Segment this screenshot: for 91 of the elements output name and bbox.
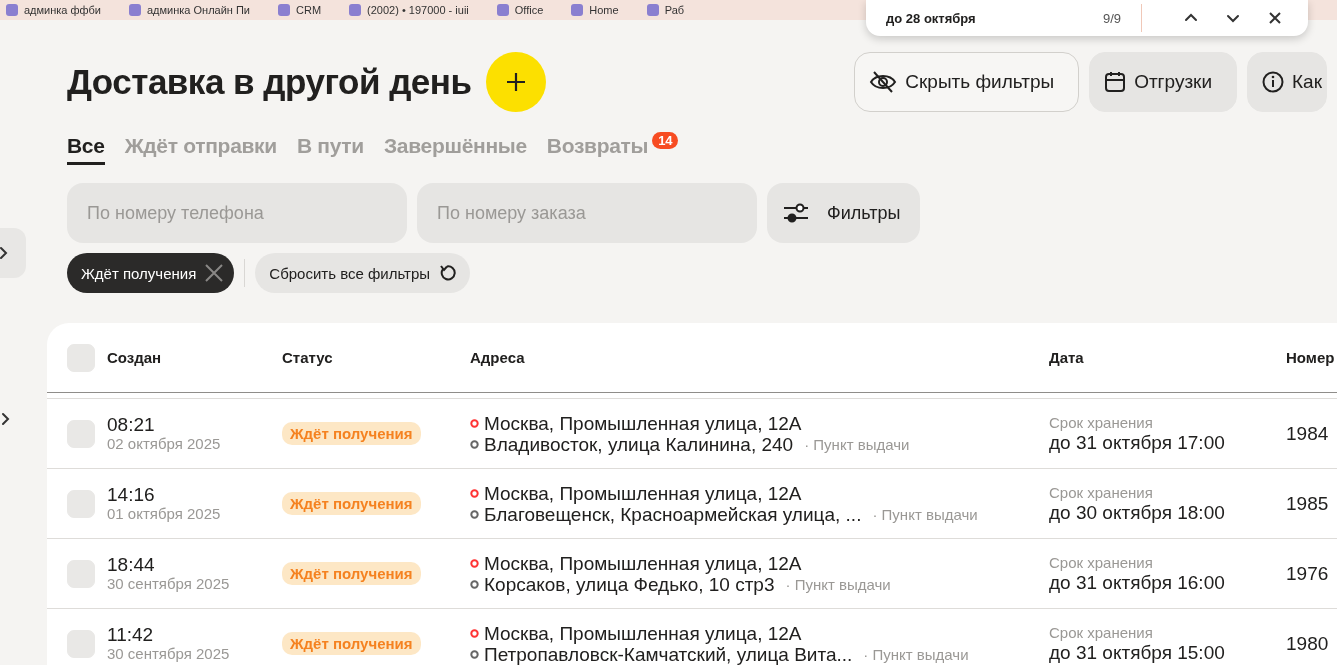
destination-marker-icon <box>470 509 479 519</box>
created-date: 30 сентября 2025 <box>107 645 231 663</box>
bookmark-link[interactable]: (2002) • 197000 - iuii <box>367 4 469 16</box>
bookmark-link[interactable]: админка Онлайн Пи <box>146 4 250 16</box>
bookmark-link[interactable]: админка ффби <box>24 4 101 16</box>
created-date: 01 октября 2025 <box>107 505 222 523</box>
row-checkbox[interactable] <box>67 419 95 448</box>
bookmark-icon <box>496 4 509 16</box>
origin-address: Москва, Промышленная улица, 12А <box>484 552 802 574</box>
bookmark-icon <box>128 4 141 16</box>
created-time: 18:44 <box>107 554 156 575</box>
origin-marker-icon <box>470 418 479 428</box>
page-title: Доставка в другой день <box>67 62 472 102</box>
order-number[interactable]: 1984 <box>1286 422 1337 445</box>
status-badge: Ждёт получения <box>282 492 421 515</box>
bookmark-icon <box>6 4 18 16</box>
order-number[interactable]: 1980 <box>1286 632 1337 655</box>
storage-label: Срок хранения <box>1049 484 1154 502</box>
filters-button[interactable]: Фильтры <box>767 183 921 243</box>
eye-off-icon <box>869 70 898 94</box>
destination-address: Владивосток, улица Калинина, 240 <box>484 433 794 455</box>
storage-label: Срок хранения <box>1049 414 1154 432</box>
calendar-icon <box>1104 71 1127 93</box>
bookmark-link[interactable]: Office <box>514 4 544 16</box>
column-header[interactable]: Адреса <box>470 349 1049 366</box>
bookmark-link[interactable]: CRM <box>296 4 322 16</box>
tab[interactable]: Все <box>67 134 105 165</box>
destination-marker-icon <box>470 439 479 449</box>
delivery-point-type: · Пункт выдачи <box>785 574 891 595</box>
storage-deadline: до 31 октября 16:00 <box>1049 572 1226 593</box>
header-button[interactable]: Скрыть фильтры <box>854 52 1080 112</box>
destination-address: Благовещенск, Красноармейская улица, ... <box>484 503 862 525</box>
match-count: 9/9 <box>1102 10 1121 26</box>
row-checkbox[interactable] <box>67 559 95 588</box>
created-time: 11:42 <box>107 624 155 645</box>
bookmark-icon <box>278 4 290 16</box>
storage-label: Срок хранения <box>1049 624 1154 642</box>
origin-address: Москва, Промышленная улица, 12А <box>484 622 802 644</box>
created-date: 02 октября 2025 <box>107 435 222 453</box>
created-time: 14:16 <box>107 484 156 505</box>
storage-deadline: до 31 октября 17:00 <box>1049 432 1226 453</box>
close-icon <box>204 263 225 283</box>
sliders-icon <box>783 202 809 224</box>
destination-address: Корсаков, улица Федько, 10 стр3 <box>484 573 775 595</box>
created-date: 30 сентября 2025 <box>107 575 231 593</box>
origin-marker-icon <box>470 628 479 638</box>
column-header[interactable]: Создан <box>107 349 282 366</box>
storage-label: Срок хранения <box>1049 554 1154 572</box>
chevron-right-icon <box>0 410 10 428</box>
header-button[interactable]: Как <box>1247 52 1327 112</box>
order-number[interactable]: 1976 <box>1286 562 1337 585</box>
header-button[interactable]: Отгрузки <box>1089 52 1238 112</box>
delivery-point-type: · Пункт выдачи <box>804 434 910 455</box>
storage-deadline: до 31 октября 15:00 <box>1049 642 1226 663</box>
origin-address: Москва, Промышленная улица, 12А <box>484 412 802 434</box>
bookmark-link[interactable]: Home <box>589 4 619 16</box>
delivery-point-type: · Пункт выдачи <box>872 504 978 525</box>
origin-marker-icon <box>470 558 479 568</box>
destination-marker-icon <box>470 649 479 659</box>
chevron-right-icon <box>0 244 8 262</box>
order-search-field[interactable]: По номеру заказа <box>417 183 757 243</box>
origin-address: Москва, Промышленная улица, 12А <box>484 482 802 504</box>
bookmark-icon <box>646 4 659 16</box>
count-badge: 14 <box>652 132 679 149</box>
delivery-point-type: · Пункт выдачи <box>863 644 969 665</box>
find-query[interactable]: до 28 октября <box>886 10 1103 26</box>
status-badge: Ждёт получения <box>282 632 421 655</box>
filter-chip[interactable]: Ждёт получения <box>67 253 235 293</box>
destination-marker-icon <box>470 579 479 589</box>
status-badge: Ждёт получения <box>282 422 421 445</box>
origin-marker-icon <box>470 488 479 498</box>
status-badge: Ждёт получения <box>282 562 421 585</box>
expand-button[interactable] <box>0 410 10 428</box>
reset-filters-button[interactable]: Сбросить все фильтры <box>255 253 471 293</box>
select-all-checkbox[interactable] <box>67 343 95 372</box>
column-header[interactable]: Номер <box>1286 349 1337 366</box>
row-checkbox[interactable] <box>67 629 95 658</box>
storage-deadline: до 30 октября 18:00 <box>1049 502 1226 523</box>
bookmark-icon <box>571 4 584 16</box>
bookmark-icon <box>349 4 362 16</box>
phone-search-field[interactable]: По номеру телефона <box>67 183 407 243</box>
order-number[interactable]: 1985 <box>1286 492 1337 515</box>
bookmark-link[interactable]: Раб <box>664 4 685 16</box>
column-header[interactable]: Статус <box>282 349 470 366</box>
refresh-icon <box>438 264 457 282</box>
destination-address: Петропавловск-Камчатский, улица Вита... <box>484 643 853 665</box>
row-checkbox[interactable] <box>67 489 95 518</box>
plus-icon <box>504 71 527 93</box>
column-header[interactable]: Дата <box>1049 349 1286 366</box>
info-icon <box>1262 71 1285 93</box>
created-time: 08:21 <box>107 414 156 435</box>
